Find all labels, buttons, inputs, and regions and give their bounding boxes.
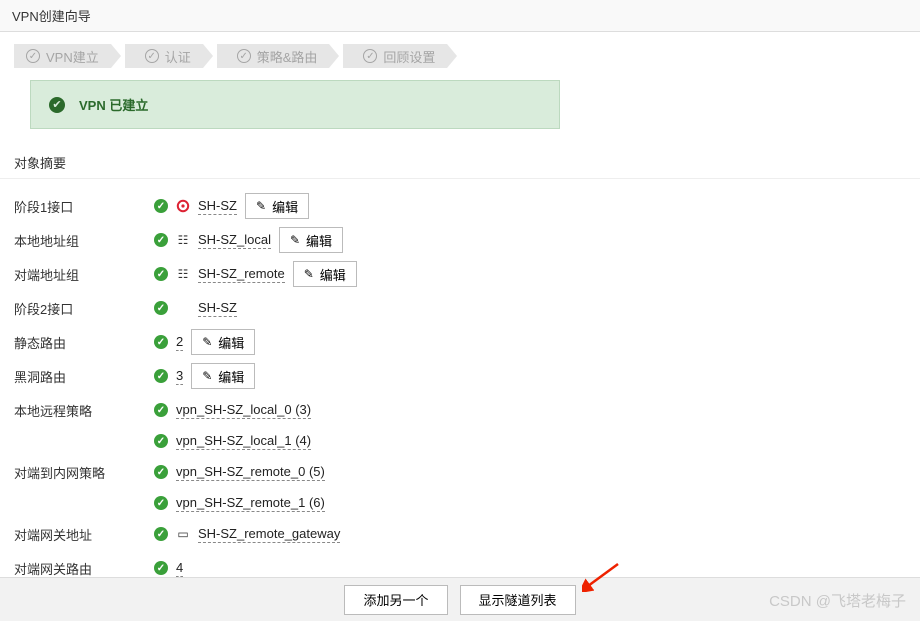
peer-gateway-name[interactable]: SH-SZ_remote_gateway (198, 526, 340, 543)
check-icon: ✓ (26, 49, 40, 63)
edit-button-phase1[interactable]: ✎编辑 (245, 193, 309, 219)
local-group-name[interactable]: SH-SZ_local (198, 232, 271, 249)
wizard-step-policy: ✓策略&路由 (217, 44, 330, 68)
row-phase1: 阶段1接口 ✓ SH-SZ ✎编辑 (14, 189, 906, 223)
pencil-icon: ✎ (202, 369, 212, 383)
status-ok-icon: ✓ (154, 434, 168, 448)
check-icon: ✓ (145, 49, 159, 63)
row-static-route: 静态路由 ✓ 2 ✎编辑 (14, 325, 906, 359)
status-ok-icon: ✓ (154, 403, 168, 417)
status-ok-icon: ✓ (154, 496, 168, 510)
add-another-button[interactable]: 添加另一个 (344, 585, 447, 615)
pencil-icon: ✎ (290, 233, 300, 247)
static-route-value[interactable]: 2 (176, 334, 183, 351)
local-policy-1[interactable]: vpn_SH-SZ_local_0 (3) (176, 402, 311, 419)
status-ok-icon: ✓ (154, 465, 168, 479)
address-group-icon: ☷ (176, 233, 190, 247)
row-local-policy-2: ✓ vpn_SH-SZ_local_1 (4) (14, 427, 906, 455)
wizard-step-auth: ✓认证 (125, 44, 203, 68)
row-remote-policy: 对端到内网策略 ✓ vpn_SH-SZ_remote_0 (5) (14, 455, 906, 489)
edit-button-static-route[interactable]: ✎编辑 (191, 329, 255, 355)
check-icon: ✓ (237, 49, 251, 63)
row-peer-gateway: 对端网关地址 ✓ ▭ SH-SZ_remote_gateway (14, 517, 906, 551)
label-static-route: 静态路由 (14, 333, 154, 352)
local-policy-2[interactable]: vpn_SH-SZ_local_1 (4) (176, 433, 311, 450)
row-blackhole: 黑洞路由 ✓ 3 ✎编辑 (14, 359, 906, 393)
label-blackhole: 黑洞路由 (14, 367, 154, 386)
page-title: VPN创建向导 (0, 0, 920, 32)
status-ok-icon: ✓ (154, 199, 168, 213)
bottom-bar: 添加另一个 显示隧道列表 (0, 577, 920, 621)
check-filled-icon: ✔ (49, 97, 65, 113)
label-remote-group: 对端地址组 (14, 265, 154, 284)
edit-button-local-group[interactable]: ✎编辑 (279, 227, 343, 253)
row-local-group: 本地地址组 ✓ ☷ SH-SZ_local ✎编辑 (14, 223, 906, 257)
label-peer-gateway: 对端网关地址 (14, 525, 154, 544)
wizard-steps: ✓VPN建立 ✓认证 ✓策略&路由 ✓回顾设置 (0, 32, 920, 80)
status-ok-icon: ✓ (154, 267, 168, 281)
label-local-policy: 本地远程策略 (14, 401, 154, 420)
label-local-group: 本地地址组 (14, 231, 154, 250)
pencil-icon: ✎ (202, 335, 212, 349)
edit-button-blackhole[interactable]: ✎编辑 (191, 363, 255, 389)
wizard-step-vpn: ✓VPN建立 (14, 44, 111, 68)
row-local-policy: 本地远程策略 ✓ vpn_SH-SZ_local_0 (3) (14, 393, 906, 427)
show-tunnels-button[interactable]: 显示隧道列表 (460, 585, 576, 615)
edit-button-remote-group[interactable]: ✎编辑 (293, 261, 357, 287)
status-ok-icon: ✓ (154, 527, 168, 541)
remote-policy-2[interactable]: vpn_SH-SZ_remote_1 (6) (176, 495, 325, 512)
peer-route-value[interactable]: 4 (176, 560, 183, 577)
label-remote-policy: 对端到内网策略 (14, 463, 154, 482)
success-text: VPN 已建立 (79, 95, 148, 114)
label-phase2: 阶段2接口 (14, 299, 154, 318)
pencil-icon: ✎ (304, 267, 314, 281)
row-phase2: 阶段2接口 ✓ SH-SZ (14, 291, 906, 325)
section-title: 对象摘要 (0, 147, 920, 179)
address-icon: ▭ (176, 527, 190, 541)
remote-group-name[interactable]: SH-SZ_remote (198, 266, 285, 283)
row-remote-policy-2: ✓ vpn_SH-SZ_remote_1 (6) (14, 489, 906, 517)
status-ok-icon: ✓ (154, 561, 168, 575)
remote-policy-1[interactable]: vpn_SH-SZ_remote_0 (5) (176, 464, 325, 481)
status-ok-icon: ✓ (154, 301, 168, 315)
pencil-icon: ✎ (256, 199, 266, 213)
tunnel-icon (176, 199, 190, 213)
wizard-step-review: ✓回顾设置 (343, 44, 447, 68)
row-remote-group: 对端地址组 ✓ ☷ SH-SZ_remote ✎编辑 (14, 257, 906, 291)
success-banner: ✔ VPN 已建立 (30, 80, 560, 129)
phase1-name[interactable]: SH-SZ (198, 198, 237, 215)
address-group-icon: ☷ (176, 267, 190, 281)
status-ok-icon: ✓ (154, 233, 168, 247)
check-icon: ✓ (363, 49, 377, 63)
status-ok-icon: ✓ (154, 335, 168, 349)
blackhole-value[interactable]: 3 (176, 368, 183, 385)
phase2-name[interactable]: SH-SZ (198, 300, 237, 317)
label-phase1: 阶段1接口 (14, 197, 154, 216)
label-peer-route: 对端网关路由 (14, 559, 154, 578)
status-ok-icon: ✓ (154, 369, 168, 383)
